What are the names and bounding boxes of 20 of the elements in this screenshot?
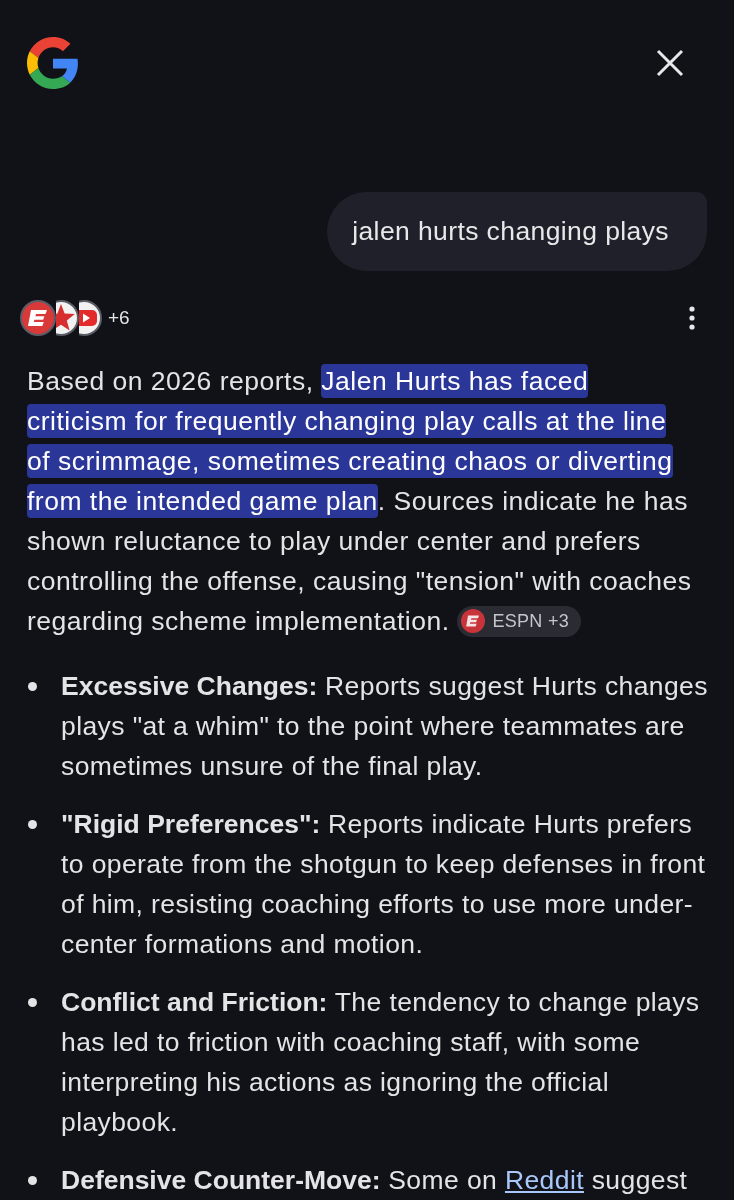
source-chip[interactable]: ESPN +3 (457, 605, 582, 637)
bullet-icon (28, 681, 37, 691)
close-icon[interactable] (656, 48, 684, 77)
reddit-link[interactable]: Reddit (504, 1165, 584, 1195)
letter-e-icon (461, 609, 486, 633)
more-sources-count[interactable]: +6 (108, 307, 130, 329)
bullet-text: Defensive Counter-Move: Some on Reddit suggest (61, 1164, 688, 1197)
query-bubble: jalen hurts changing plays (327, 192, 707, 271)
bullet-icon (28, 997, 37, 1007)
answer-paragraph: Based on 2026 reports, Jalen Hurts has faced criticism for frequently changing play calls at the line of scrimmage, sometimes creating chaos or diverting from the intended game plan. Sources indicate he has shown reluctance to play under center and prefers controlling the offense, causing "tension" with coaches regarding scheme implementation. ESPN +3 (26, 363, 693, 639)
bullet-text: "Rigid Preferences": Reports indicate Hurts prefers to operate from the shotgun to keep defenses in front of him, resisting coaching efforts to use more under-center formations and motion. (61, 808, 707, 961)
bullet-text: Conflict and Friction: The tendency to change plays has led to friction with coaching staff, with some interpreting his actions as ignoring the official playbook. (61, 986, 701, 1139)
more-options-icon[interactable] (689, 306, 695, 330)
play-icon[interactable] (79, 300, 102, 336)
letter-e-icon[interactable] (20, 300, 56, 336)
star-icon[interactable] (56, 300, 79, 336)
g-logo-icon (27, 36, 79, 89)
bullet-text: Excessive Changes: Reports suggest Hurts changes plays "at a whim" to the point where teammates are sometimes unsure of the final play. (61, 670, 709, 783)
bullet-icon (28, 819, 37, 829)
bullet-icon (28, 1175, 37, 1185)
